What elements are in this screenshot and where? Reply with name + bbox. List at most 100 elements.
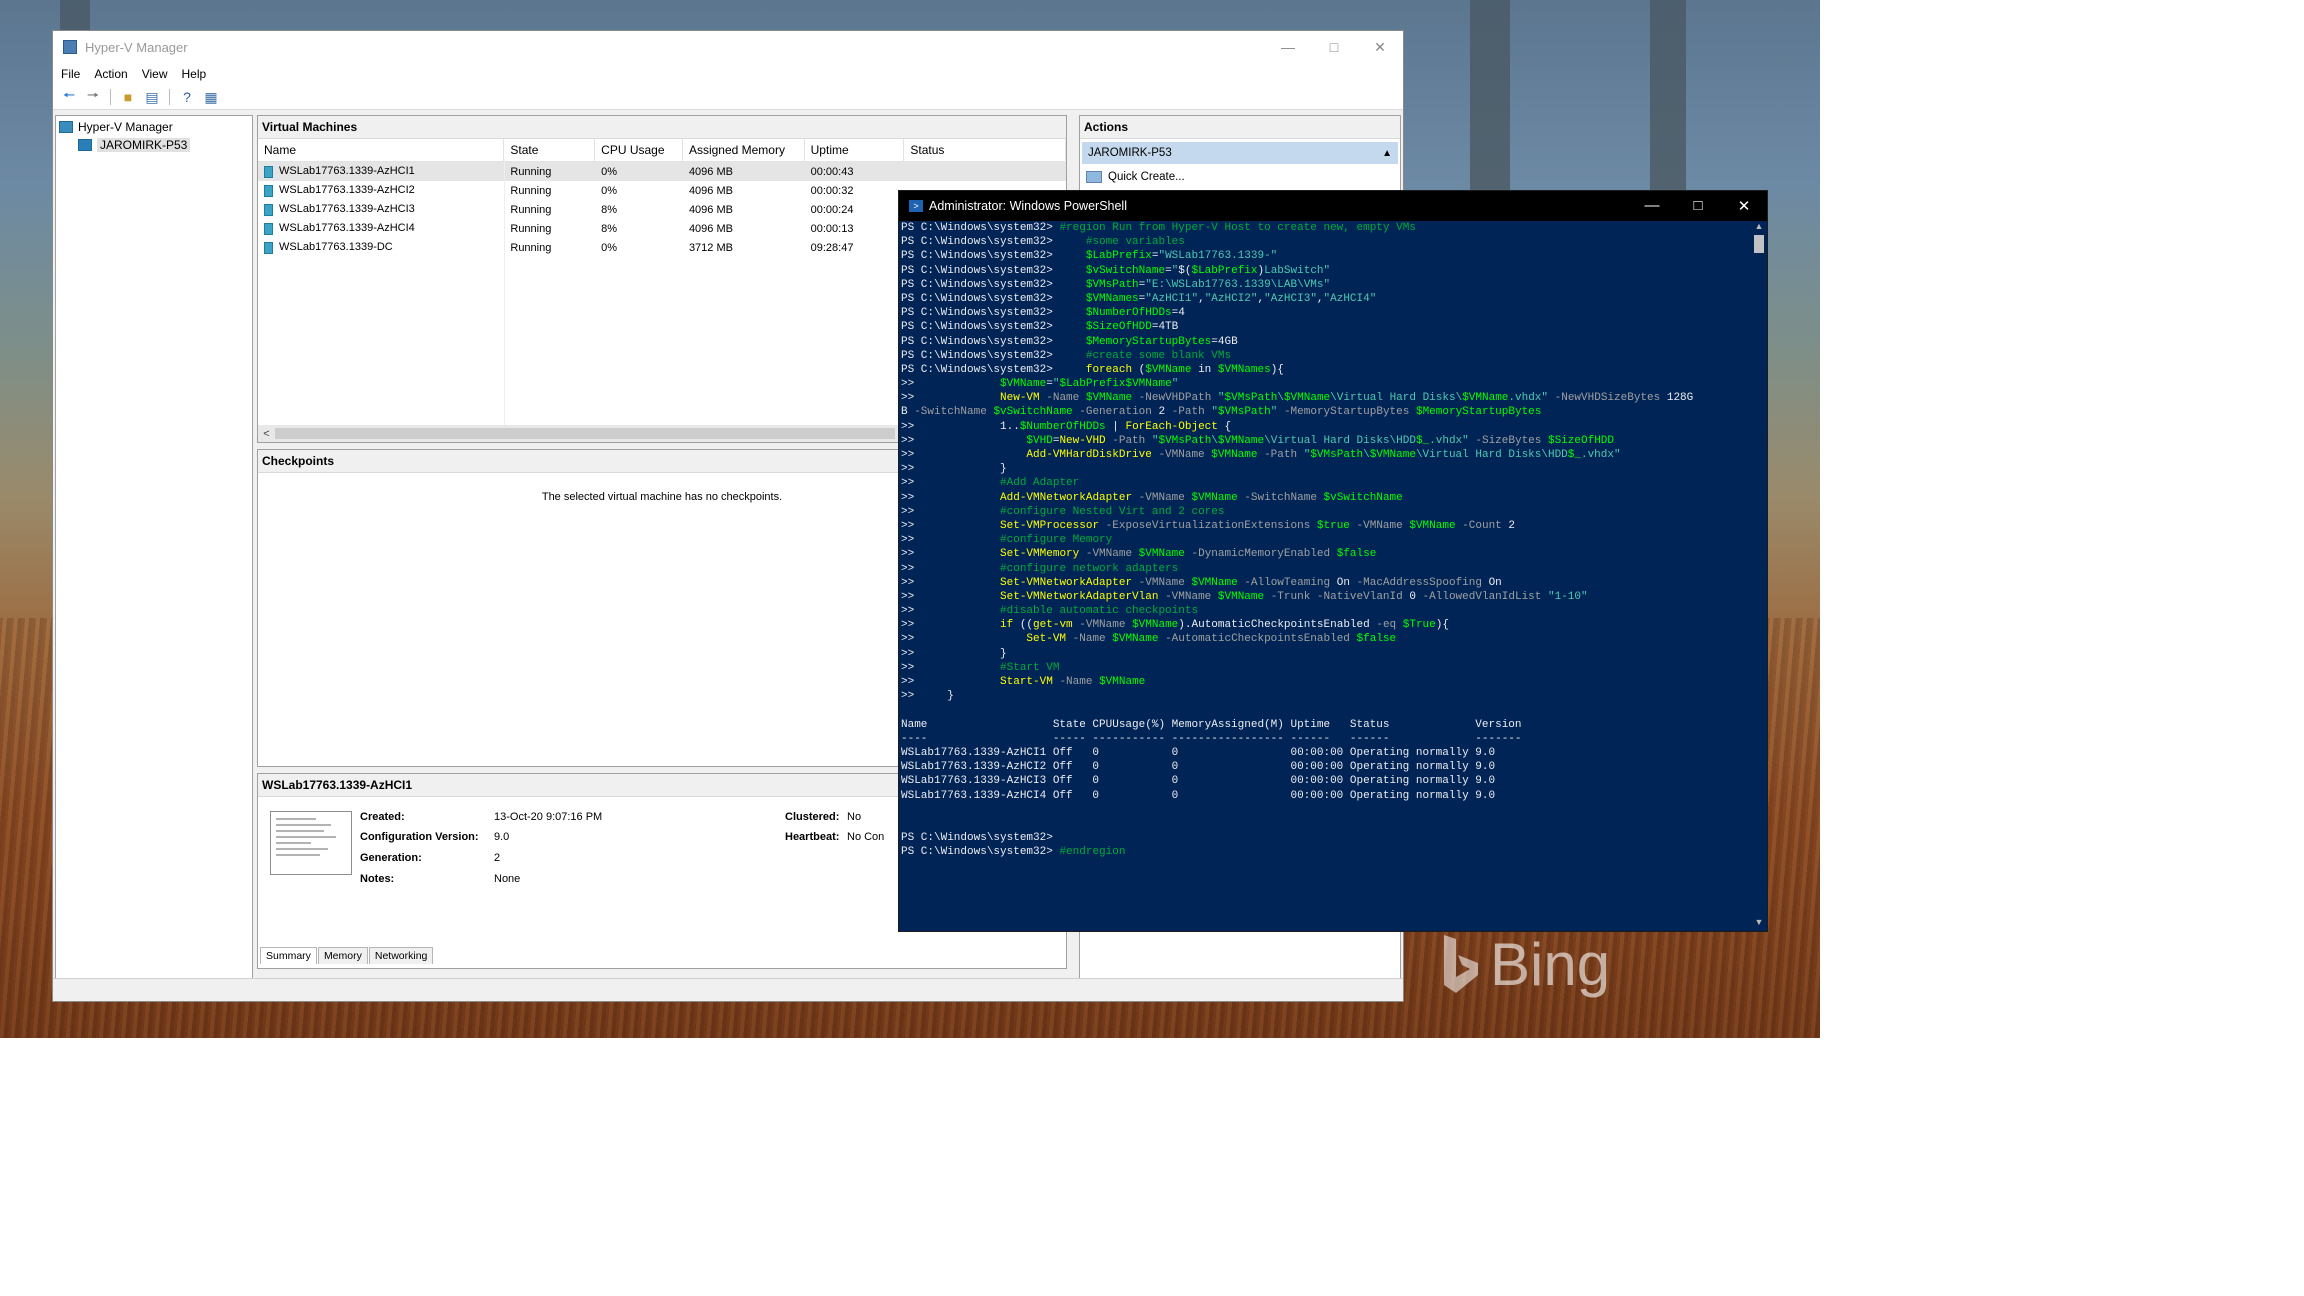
- clustered-value: No: [847, 811, 862, 823]
- collapse-triangle-icon[interactable]: ▲: [1382, 148, 1392, 159]
- console-token: "1-10": [1547, 590, 1588, 603]
- console-token: ---- ----- ----------- -----------------…: [901, 732, 1522, 745]
- menu-action[interactable]: Action: [94, 67, 127, 81]
- console-line: PS C:\Windows\system32> $MemoryStartupBy…: [901, 335, 1751, 349]
- console-token: PS C:\Windows\system32>: [901, 236, 1086, 249]
- menu-file[interactable]: File: [61, 67, 80, 81]
- action-label: Quick Create...: [1108, 171, 1185, 183]
- console-token: \: [1211, 434, 1218, 447]
- console-line: >> #configure network adapters: [901, 562, 1751, 576]
- close-icon[interactable]: ✕: [1721, 197, 1767, 215]
- tab-summary[interactable]: Summary: [260, 947, 317, 964]
- console-token: ForEach-Object: [1125, 420, 1218, 433]
- tab-memory[interactable]: Memory: [317, 947, 368, 964]
- console-token: >>: [901, 449, 1027, 461]
- console-token: >>: [901, 619, 1001, 632]
- console-token: $VMName: [1217, 434, 1265, 447]
- console-token: $VMName: [1191, 576, 1238, 589]
- console-token: $VMName: [1211, 449, 1258, 461]
- console-token: $MemoryStartupBytes: [1415, 406, 1542, 419]
- console-token: PS C:\Windows\system32>: [901, 307, 1086, 320]
- console-token: "WSLab17763.1339-": [1158, 250, 1278, 263]
- tree-host[interactable]: JAROMIRK-P53: [56, 136, 252, 154]
- hyperv-titlebar: Hyper-V Manager — □ ✕: [53, 31, 1403, 63]
- menu-bar: File Action View Help: [53, 63, 1403, 85]
- powershell-title: Administrator: Windows PowerShell: [929, 199, 1127, 213]
- console-token: $VMName: [1099, 676, 1146, 688]
- maximize-icon[interactable]: □: [1675, 197, 1721, 215]
- console-line: >> Add-VMNetworkAdapter -VMName $VMName …: [901, 491, 1751, 505]
- tab-networking[interactable]: Networking: [368, 947, 434, 964]
- console-token: ": [1217, 392, 1225, 405]
- col-uptime[interactable]: Uptime: [805, 139, 905, 161]
- scrollbar-thumb[interactable]: [1754, 235, 1764, 253]
- console-token: Add-VMNetworkAdapter: [1000, 491, 1133, 504]
- col-status[interactable]: Status: [904, 139, 1066, 161]
- console-token: \: [1363, 449, 1370, 461]
- scroll-down-icon[interactable]: ▼: [1751, 917, 1767, 931]
- forward-arrow-icon[interactable]: 🠖: [83, 87, 103, 107]
- show-hide-actions-icon[interactable]: ▦: [201, 87, 221, 107]
- toolbar: 🠔 🠖 ■ ▤ ? ▦: [53, 85, 1403, 110]
- console-token: $VMNames: [1217, 363, 1271, 376]
- console-line: >> $VMName="$LabPrefix$VMName": [901, 377, 1751, 391]
- console-token: .vhdx": [1429, 434, 1469, 447]
- minimize-icon[interactable]: —: [1629, 197, 1675, 215]
- console-token: WSLab17763.1339-AzHCI3 Off 0 0 00:00:00 …: [901, 775, 1496, 788]
- console-token: $_: [1415, 434, 1430, 447]
- console-token: -Path: [1165, 406, 1212, 419]
- console-token: =: [1046, 378, 1053, 391]
- console-line: >> }: [901, 647, 1751, 661]
- powershell-console[interactable]: PS C:\Windows\system32> #region Run from…: [899, 221, 1751, 931]
- actions-host-header[interactable]: JAROMIRK-P53 ▲: [1082, 142, 1398, 164]
- help-icon[interactable]: ?: [177, 87, 197, 107]
- vm-thumbnail[interactable]: [270, 811, 352, 875]
- close-icon[interactable]: ✕: [1357, 39, 1403, 56]
- console-token: =4GB: [1211, 335, 1238, 348]
- notes-value: None: [494, 873, 521, 885]
- console-line: PS C:\Windows\system32> $NumberOfHDDs=4: [901, 306, 1751, 320]
- col-cpu[interactable]: CPU Usage: [595, 139, 683, 161]
- console-token: $VMName: [1132, 619, 1179, 632]
- console-token: >>: [901, 392, 1001, 405]
- tree-root[interactable]: Hyper-V Manager: [56, 118, 252, 136]
- menu-help[interactable]: Help: [182, 67, 207, 81]
- scrollbar-thumb[interactable]: [275, 428, 895, 439]
- console-token: >>: [901, 477, 1001, 490]
- console-token: $VMName: [1085, 392, 1133, 405]
- col-state[interactable]: State: [504, 139, 596, 161]
- col-name[interactable]: Name: [258, 139, 505, 161]
- powershell-titlebar: > Administrator: Windows PowerShell — □ …: [899, 191, 1767, 221]
- minimize-icon[interactable]: —: [1265, 39, 1311, 56]
- action-quick-create[interactable]: Quick Create...: [1080, 167, 1400, 187]
- up-folder-icon[interactable]: ■: [118, 87, 138, 107]
- console-token: -Path: [1257, 449, 1304, 461]
- navigation-tree: Hyper-V Manager JAROMIRK-P53: [55, 115, 253, 979]
- scroll-left-icon[interactable]: <: [258, 428, 275, 440]
- vm-state: Running: [510, 203, 552, 216]
- console-line: >> }: [901, 462, 1751, 476]
- menu-view[interactable]: View: [142, 67, 168, 81]
- console-token: #region Run from Hyper-V Host to create …: [1059, 222, 1416, 234]
- created-value: 13-Oct-20 9:07:16 PM: [494, 811, 603, 823]
- vm-cpu: 0%: [601, 241, 618, 254]
- console-token: \: [1277, 392, 1284, 405]
- console-token: LabSwitch": [1264, 264, 1331, 277]
- console-token: -NewVHDPath: [1132, 392, 1218, 405]
- scroll-up-icon[interactable]: ▲: [1751, 221, 1767, 235]
- maximize-icon[interactable]: □: [1311, 39, 1357, 56]
- back-arrow-icon[interactable]: 🠔: [59, 87, 79, 107]
- console-vertical-scrollbar[interactable]: ▲ ▼: [1751, 221, 1767, 931]
- table-row[interactable]: WSLab17763.1339-AzHCI1 Running 0% 4096 M…: [258, 162, 1066, 181]
- col-memory[interactable]: Assigned Memory: [683, 139, 805, 161]
- console-token: >>: [901, 605, 1001, 618]
- console-token: $SizeOfHDD: [1547, 434, 1614, 447]
- console-token: 0: [1409, 590, 1416, 603]
- vm-table-header: Name State CPU Usage Assigned Memory Upt…: [258, 139, 1066, 162]
- console-token: $VMName: [1191, 491, 1238, 504]
- vm-cpu: 0%: [601, 184, 618, 197]
- console-line: WSLab17763.1339-AzHCI4 Off 0 0 00:00:00 …: [901, 789, 1751, 803]
- show-hide-tree-icon[interactable]: ▤: [142, 87, 162, 107]
